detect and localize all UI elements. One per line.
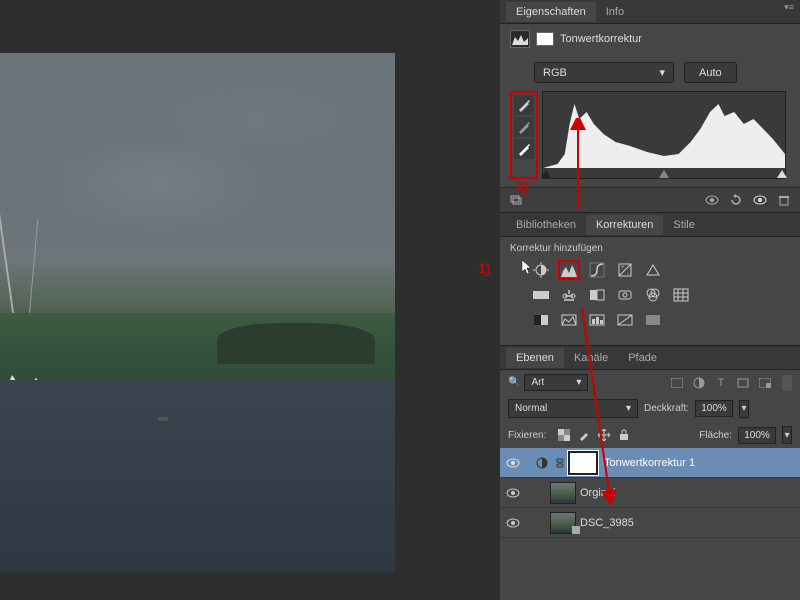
tab-channels[interactable]: Kanäle xyxy=(564,348,618,368)
filter-adjustment-icon[interactable] xyxy=(690,375,708,391)
curves-icon[interactable] xyxy=(586,260,608,280)
levels-icon[interactable] xyxy=(558,260,580,280)
gradient-map-icon[interactable] xyxy=(614,310,636,330)
fill-flyout[interactable]: ▾ xyxy=(782,426,792,444)
opacity-label: Deckkraft: xyxy=(644,403,689,414)
lock-all-icon[interactable] xyxy=(616,427,632,443)
filter-smart-icon[interactable] xyxy=(756,375,774,391)
exposure-icon[interactable]: +- xyxy=(614,260,636,280)
photo-filter-icon[interactable] xyxy=(614,285,636,305)
adjustment-thumb[interactable] xyxy=(534,456,550,470)
visibility-toggle[interactable] xyxy=(504,514,522,532)
adjustments-panel: Bibliotheken Korrekturen Stile Korrektur… xyxy=(500,213,800,346)
channel-mixer-icon[interactable] xyxy=(642,285,664,305)
filter-toggle[interactable] xyxy=(782,375,792,391)
black-point-eyedropper[interactable] xyxy=(514,95,534,115)
view-previous-icon[interactable] xyxy=(704,192,720,208)
tab-libraries[interactable]: Bibliotheken xyxy=(506,215,586,235)
tab-styles[interactable]: Stile xyxy=(663,215,704,235)
canvas-area xyxy=(0,0,500,600)
toggle-visibility-icon[interactable] xyxy=(752,192,768,208)
midtones-slider[interactable] xyxy=(659,170,669,178)
reset-icon[interactable] xyxy=(728,192,744,208)
mask-link-icon[interactable] xyxy=(554,457,566,469)
layer-row[interactable]: DSC_3985 xyxy=(500,508,800,538)
visibility-toggle[interactable] xyxy=(504,484,522,502)
smart-object-badge xyxy=(572,526,580,534)
layer-mask-thumb[interactable] xyxy=(568,451,598,475)
tab-adjustments[interactable]: Korrekturen xyxy=(586,215,663,235)
selective-color-icon[interactable] xyxy=(642,310,664,330)
tab-properties[interactable]: Eigenschaften xyxy=(506,2,596,22)
filter-kind-dropdown[interactable]: Art▾ xyxy=(524,374,588,391)
chevron-down-icon: ▾ xyxy=(659,66,665,79)
shadows-slider[interactable] xyxy=(541,170,551,178)
layers-panel: Ebenen Kanäle Pfade 🔍 Art▾ T Normal▾ Dec… xyxy=(500,346,800,600)
lock-label: Fixieren: xyxy=(508,430,546,441)
annotation-1: 1) xyxy=(478,260,490,276)
tab-paths[interactable]: Pfade xyxy=(618,348,667,368)
filter-type-icon[interactable]: T xyxy=(712,375,730,391)
tab-layers[interactable]: Ebenen xyxy=(506,348,564,368)
lock-transparency-icon[interactable] xyxy=(556,427,572,443)
panel-menu-icon[interactable]: ▾≡ xyxy=(784,2,794,13)
threshold-icon[interactable] xyxy=(586,310,608,330)
vibrance-icon[interactable] xyxy=(642,260,664,280)
fill-input[interactable]: 100% xyxy=(738,427,776,444)
layer-thumb[interactable] xyxy=(550,482,576,504)
svg-text:+: + xyxy=(621,265,625,271)
color-balance-icon[interactable] xyxy=(558,285,580,305)
adjustments-heading: Korrektur hinzufügen xyxy=(500,237,800,256)
brightness-contrast-icon[interactable] xyxy=(530,260,552,280)
document-image[interactable] xyxy=(0,53,395,573)
adjustment-title: Tonwertkorrektur xyxy=(560,33,642,45)
channel-dropdown[interactable]: RGB ▾ xyxy=(534,62,674,83)
filter-pixel-icon[interactable] xyxy=(668,375,686,391)
invert-icon[interactable] xyxy=(530,310,552,330)
mask-icon[interactable] xyxy=(536,32,554,46)
svg-text:-: - xyxy=(627,271,629,277)
search-icon[interactable]: 🔍 xyxy=(508,377,520,388)
opacity-flyout[interactable]: ▾ xyxy=(739,400,749,418)
white-point-eyedropper[interactable] xyxy=(514,139,534,159)
gray-point-eyedropper[interactable] xyxy=(514,117,534,137)
eyedropper-group: 2) xyxy=(510,91,538,179)
fill-label: Fläche: xyxy=(699,430,732,441)
filter-shape-icon[interactable] xyxy=(734,375,752,391)
lock-pixels-icon[interactable] xyxy=(576,427,592,443)
layer-row[interactable]: Orginal xyxy=(500,478,800,508)
layer-name[interactable]: DSC_3985 xyxy=(580,517,634,529)
layer-row-adjustment[interactable]: Tonwertkorrektur 1 xyxy=(500,448,800,478)
levels-adjustment-icon[interactable] xyxy=(510,30,530,48)
delete-icon[interactable] xyxy=(776,192,792,208)
posterize-icon[interactable] xyxy=(558,310,580,330)
tab-info[interactable]: Info xyxy=(596,2,634,22)
properties-panel: Eigenschaften Info Tonwertkorrektur RGB … xyxy=(500,0,800,213)
opacity-input[interactable]: 100% xyxy=(695,400,733,417)
lock-position-icon[interactable] xyxy=(596,427,612,443)
histogram[interactable] xyxy=(542,91,786,179)
highlights-slider[interactable] xyxy=(777,170,787,178)
layer-name[interactable]: Tonwertkorrektur 1 xyxy=(604,457,695,469)
blend-mode-dropdown[interactable]: Normal▾ xyxy=(508,399,638,418)
black-white-icon[interactable] xyxy=(586,285,608,305)
hue-saturation-icon[interactable] xyxy=(530,285,552,305)
visibility-toggle[interactable] xyxy=(504,454,522,472)
color-lookup-icon[interactable] xyxy=(670,285,692,305)
annotation-2: 2) xyxy=(516,179,528,195)
auto-button[interactable]: Auto xyxy=(684,62,737,83)
layer-name[interactable]: Orginal xyxy=(580,487,615,499)
